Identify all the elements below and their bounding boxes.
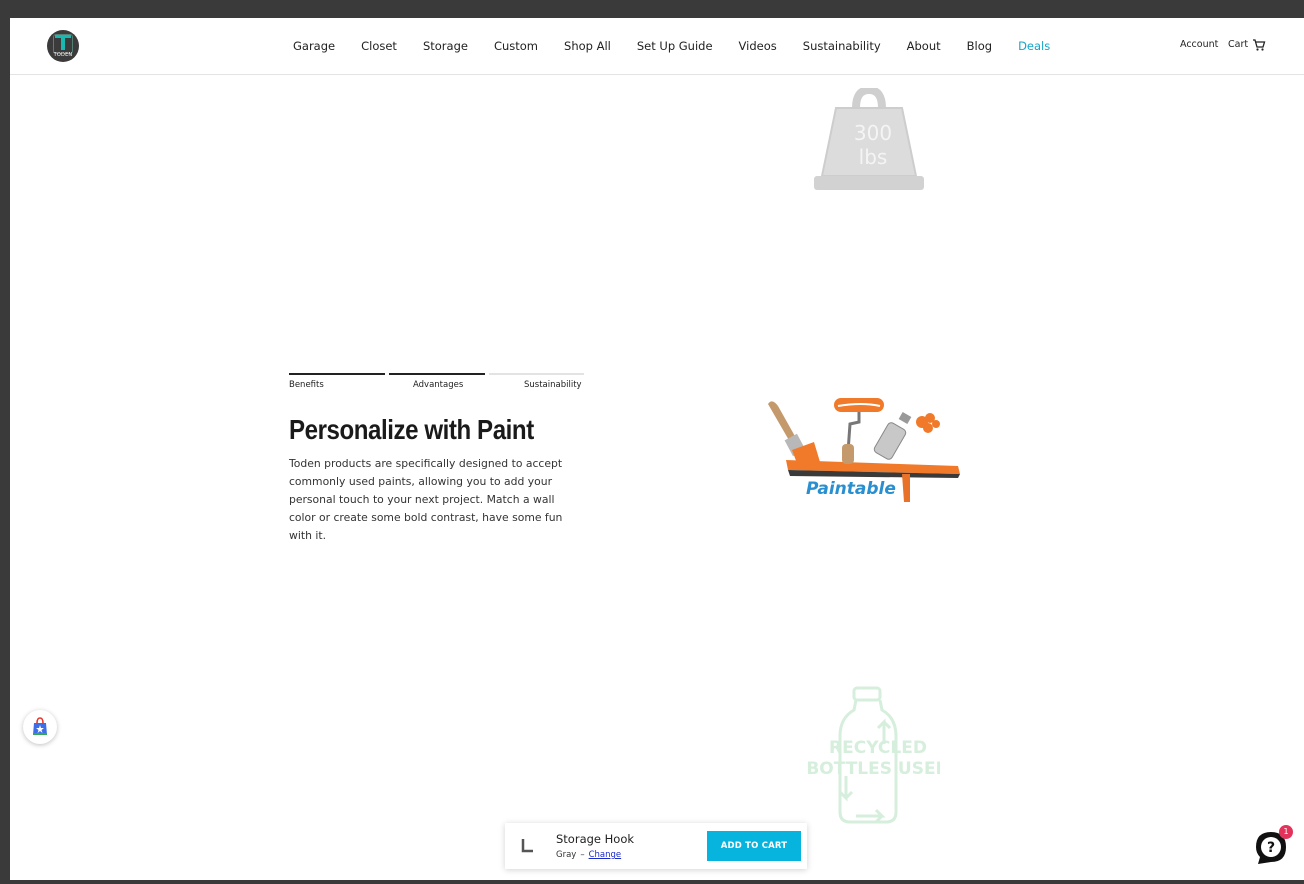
cart-icon[interactable] [1252,38,1266,52]
paintable-label: Paintable [806,479,896,499]
paintable-image: Paintable [768,398,960,502]
nav-custom[interactable]: Custom [494,38,538,54]
section-description: Toden products are specifically designed… [289,457,563,542]
nav-garage[interactable]: Garage [293,38,335,54]
main-nav: Garage Closet Storage Custom Shop All Se… [293,38,1076,54]
nav-sustainability[interactable]: Sustainability [803,38,881,54]
nav-shop-all[interactable]: Shop All [564,38,611,54]
nav-about[interactable]: About [907,38,941,54]
cart-link[interactable]: Cart [1228,39,1248,50]
help-icon: ? [1267,840,1275,856]
nav-blog[interactable]: Blog [967,38,992,54]
site-header: TODEN Garage Closet Storage Custom Shop … [10,18,1304,75]
nav-videos[interactable]: Videos [739,38,777,54]
recycled-bottles-image: RECYCLED BOTTLES USED [806,686,940,824]
shop-app-button[interactable] [23,710,57,744]
bottles-used-label: BOTTLES USED [806,759,940,779]
weight-number: 300 [854,121,892,145]
variant-value: Gray [556,850,577,860]
weight-capacity-image: 300 lbs [814,88,924,190]
nav-deals[interactable]: Deals [1018,38,1050,54]
tab-sustainability[interactable]: Sustainability [524,380,582,390]
product-thumbnail [521,839,533,853]
weight-unit: lbs [859,145,888,169]
chat-notification-badge: 1 [1279,825,1293,839]
nav-set-up-guide[interactable]: Set Up Guide [637,38,713,54]
tab-benefits[interactable]: Benefits [289,380,324,390]
feature-tabs: Benefits Advantages Sustainability [289,373,584,393]
nav-closet[interactable]: Closet [361,38,397,54]
change-variant-link[interactable]: Change [589,850,622,860]
sticky-add-to-cart: Storage Hook Gray – Change ADD TO CART [505,823,807,869]
tab-indicator-benefits [289,373,385,375]
logo-t-stem [61,35,65,50]
tab-indicator-sustainability [489,373,584,375]
variant-separator: – [580,850,585,860]
shopping-bag-icon [33,717,47,735]
tab-indicator-advantages [389,373,485,375]
section-title: Personalize with Paint [289,414,534,445]
page-frame: TODEN Garage Closet Storage Custom Shop … [10,18,1304,880]
toden-logo[interactable]: TODEN [47,30,79,62]
add-to-cart-button[interactable]: ADD TO CART [707,831,801,861]
recycled-label: RECYCLED [829,738,927,758]
tab-advantages[interactable]: Advantages [413,380,463,390]
product-name: Storage Hook [556,832,635,846]
nav-storage[interactable]: Storage [423,38,468,54]
product-variant: Gray – Change [556,850,621,860]
logo-text: TODEN [53,52,73,58]
account-link[interactable]: Account [1180,39,1218,50]
